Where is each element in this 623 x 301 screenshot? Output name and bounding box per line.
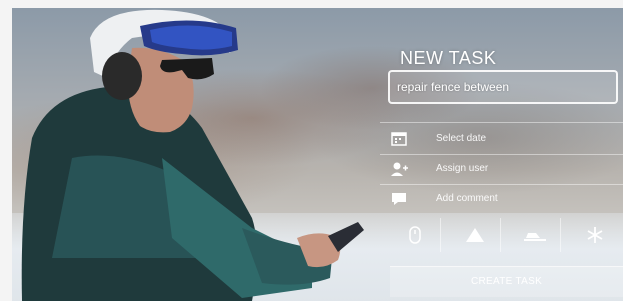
divider: [380, 184, 623, 185]
task-input[interactable]: repair fence between: [388, 70, 618, 104]
add-comment-label: Add comment: [436, 193, 498, 204]
tool-mouse[interactable]: [390, 218, 441, 252]
mountain-icon: [466, 228, 484, 242]
snowcat-icon: [524, 233, 546, 241]
select-date-label: Select date: [436, 133, 487, 144]
calendar-icon: [391, 132, 407, 146]
mouse-icon: [409, 226, 421, 244]
tool-row: [390, 218, 623, 254]
select-date-option[interactable]: Select date: [390, 128, 590, 152]
assign-user-icon: [391, 162, 408, 176]
comment-icon: [392, 193, 406, 205]
add-comment-option[interactable]: Add comment: [390, 188, 590, 212]
new-task-panel: NEW TASK repair fence between Select dat…: [380, 48, 623, 301]
scene-photo: NEW TASK repair fence between Select dat…: [12, 8, 623, 301]
tool-snowflake[interactable]: [570, 218, 620, 252]
divider: [380, 122, 623, 123]
tool-mountain[interactable]: [450, 218, 501, 252]
assign-user-option[interactable]: Assign user: [390, 158, 590, 182]
create-task-button[interactable]: CREATE TASK: [390, 266, 623, 297]
divider: [380, 154, 623, 155]
snowflake-icon: [587, 227, 603, 243]
panel-title: NEW TASK: [400, 48, 497, 68]
tool-snowcat[interactable]: [510, 218, 561, 252]
assign-user-label: Assign user: [436, 163, 489, 174]
